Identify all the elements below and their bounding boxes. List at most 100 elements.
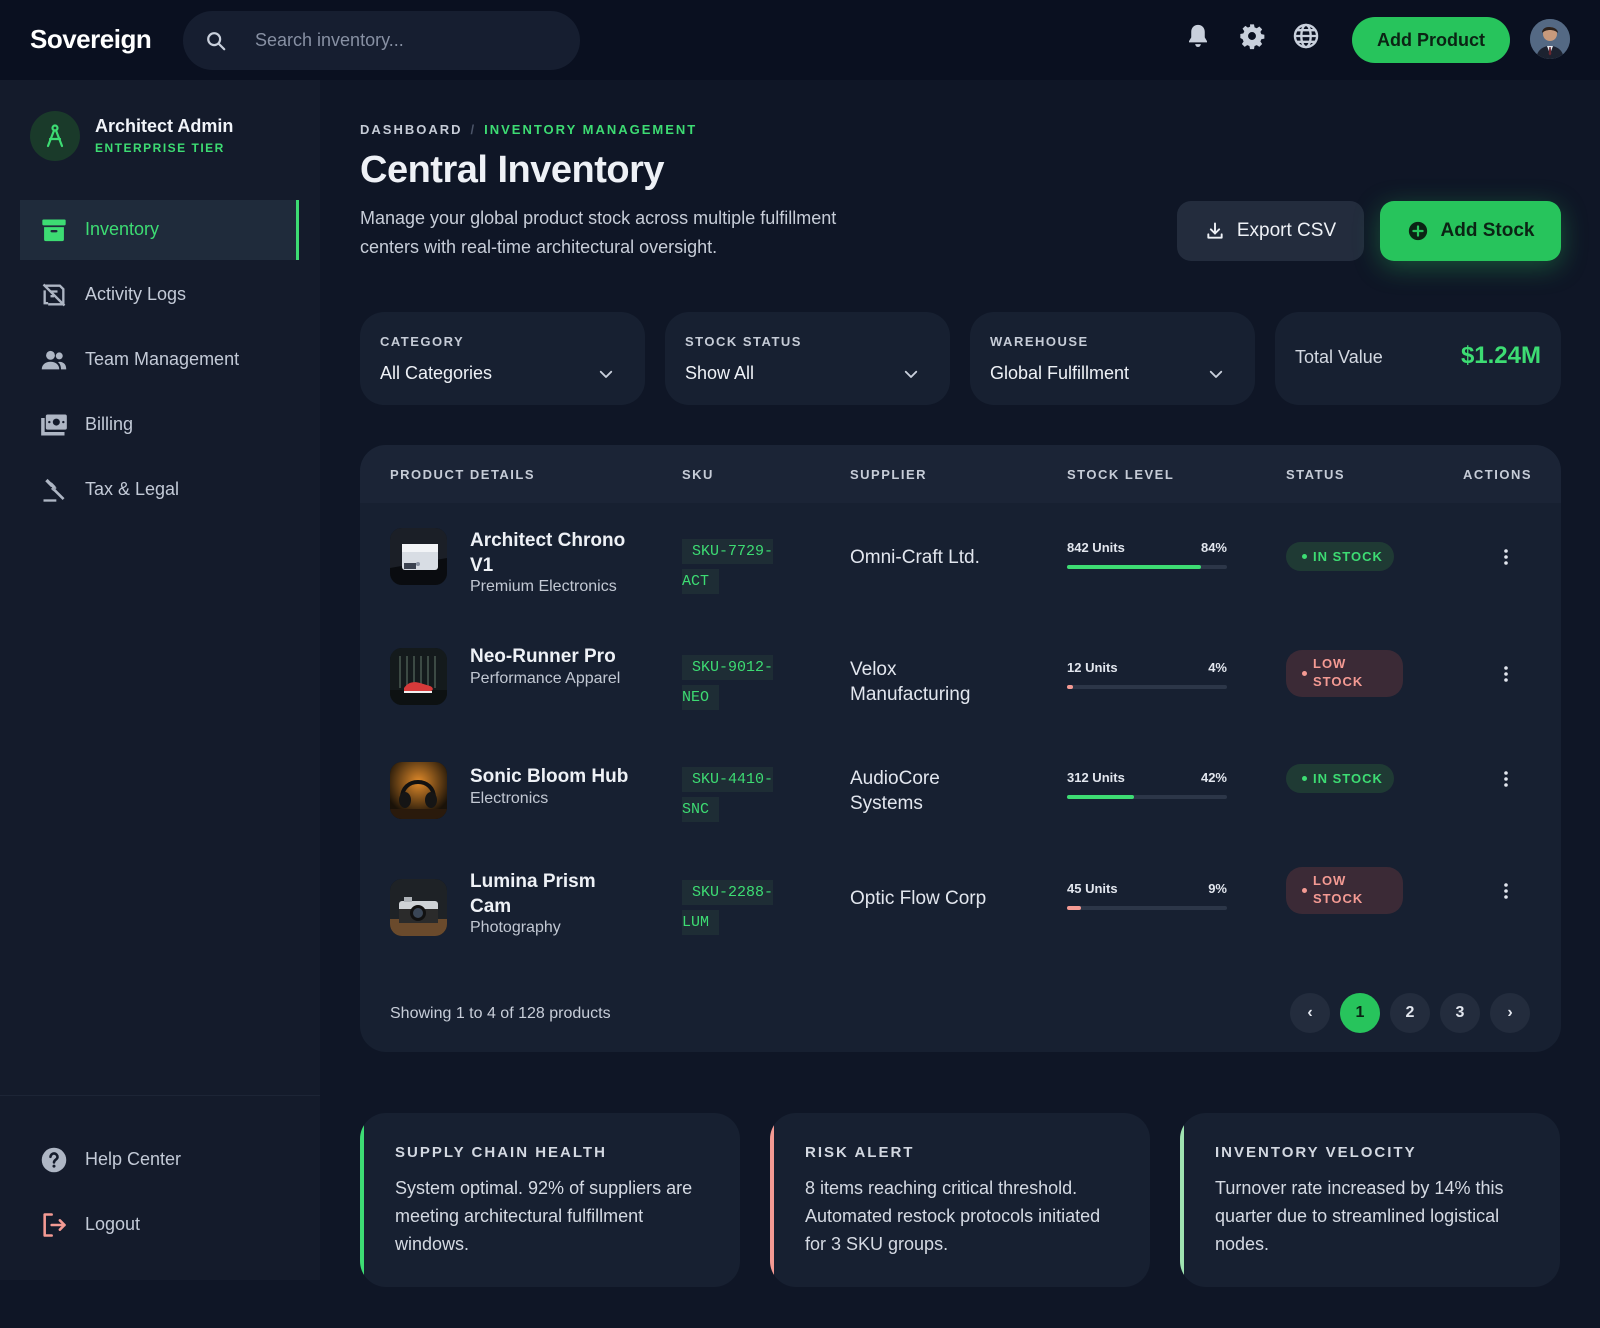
status-dot [1302, 888, 1307, 893]
status-text: LOW STOCK [1313, 873, 1364, 906]
status-dot [1302, 776, 1307, 781]
stock-status-filter[interactable]: STOCK STATUS Show All [665, 312, 950, 405]
breadcrumb-current: INVENTORY MANAGEMENT [484, 122, 698, 137]
sku-code: SKU-2288-LUM [682, 878, 774, 938]
column-header-status[interactable]: STATUS [1286, 467, 1345, 482]
sidebar-item-billing[interactable]: Billing [20, 395, 299, 455]
filter-label: CATEGORY [380, 334, 465, 349]
sku-code: SKU-4410-SNC [682, 765, 774, 825]
filter-label: WAREHOUSE [990, 334, 1089, 349]
pagination-summary: Showing 1 to 4 of 128 products [390, 1005, 611, 1022]
product-thumbnail [390, 648, 447, 705]
warehouse-filter[interactable]: WAREHOUSE Global Fulfillment [970, 312, 1255, 405]
sidebar-item-label: Inventory [85, 219, 160, 239]
status-badge: LOW STOCK [1286, 867, 1403, 914]
column-header-stock-level[interactable]: STOCK LEVEL [1067, 467, 1174, 482]
logout-icon [43, 1213, 66, 1237]
page-description: Manage your global product stock across … [360, 208, 837, 257]
stock-units: 45 Units [1067, 881, 1118, 896]
product-name[interactable]: Lumina Prism Cam [470, 869, 640, 919]
sku-code: SKU-7729-ACT [682, 537, 774, 597]
total-value-card: Total Value $1.24M [1275, 312, 1561, 405]
stock-bar-fill [1067, 565, 1202, 569]
filter-label: STOCK STATUS [685, 334, 802, 349]
product-image-watch [390, 528, 447, 585]
globe-icon[interactable] [1292, 22, 1320, 50]
add-product-button[interactable]: Add Product [1352, 17, 1510, 63]
card-accent [360, 1113, 364, 1287]
product-category: Performance Apparel [470, 670, 621, 687]
sidebar-item-team-management[interactable]: Team Management [20, 330, 299, 390]
category-filter[interactable]: CATEGORY All Categories [360, 312, 645, 405]
card-accent [1180, 1113, 1184, 1287]
filter-value: All Categories [380, 363, 493, 383]
status-dot [1302, 554, 1307, 559]
top-bar: Sovereign Add Product [0, 0, 1600, 80]
more-vertical-icon[interactable] [1501, 664, 1511, 684]
table-header: PRODUCT DETAILS SKU SUPPLIER STOCK LEVEL… [360, 445, 1561, 503]
profile-tier: ENTERPRISE TIER [95, 141, 225, 155]
gear-icon[interactable] [1238, 22, 1266, 50]
profile-badge [30, 111, 80, 161]
gavel-icon [43, 478, 65, 502]
column-header-actions: ACTIONS [1463, 467, 1532, 482]
product-thumbnail [390, 528, 447, 585]
bell-icon[interactable] [1184, 22, 1212, 50]
stock-percent: 42% [1200, 770, 1227, 785]
more-vertical-icon[interactable] [1501, 769, 1511, 789]
page-title: Central Inventory [360, 149, 665, 191]
column-header-product[interactable]: PRODUCT DETAILS [390, 467, 535, 482]
search-input[interactable] [255, 11, 555, 70]
more-vertical-icon[interactable] [1501, 547, 1511, 567]
stock-bar-fill [1067, 795, 1135, 799]
sidebar-item-tax-legal[interactable]: Tax & Legal [20, 460, 299, 520]
product-name[interactable]: Sonic Bloom Hub [470, 764, 640, 789]
chevron-down-icon [1209, 370, 1223, 378]
avatar[interactable] [1530, 19, 1570, 59]
sidebar: Architect Admin ENTERPRISE TIER Inventor… [0, 80, 320, 1280]
add-stock-button[interactable]: Add Stock [1380, 201, 1561, 261]
total-value-amount: $1.24M [1460, 342, 1541, 369]
plus-circle-icon [1408, 221, 1427, 241]
supplier-name: Optic Flow Corp [850, 888, 987, 909]
stock-bar-fill [1067, 906, 1082, 910]
search-bar[interactable] [183, 11, 580, 70]
card-text: System optimal. 92% of suppliers are mee… [395, 1178, 693, 1254]
sku-text: SKU-4410-SNC [682, 767, 774, 822]
pagination-page-2[interactable]: 2 [1390, 993, 1430, 1033]
breadcrumb: DASHBOARD / INVENTORY MANAGEMENT [360, 122, 697, 137]
more-vertical-icon[interactable] [1501, 881, 1511, 901]
column-header-supplier[interactable]: SUPPLIER [850, 467, 927, 482]
stock-units: 312 Units [1067, 770, 1125, 785]
pagination-page-3[interactable]: 3 [1440, 993, 1480, 1033]
product-category: Photography [470, 919, 561, 936]
export-csv-button[interactable]: Export CSV [1177, 201, 1364, 261]
product-name[interactable]: Neo-Runner Pro [470, 644, 640, 669]
sidebar-item-help-center[interactable]: Help Center [20, 1130, 299, 1190]
status-dot [1302, 671, 1307, 676]
pagination-next-button[interactable]: › [1490, 993, 1530, 1033]
team-icon [41, 350, 67, 370]
inventory-velocity-card: INVENTORY VELOCITY Turnover rate increas… [1180, 1113, 1560, 1287]
filter-value: Show All [685, 363, 755, 383]
sidebar-item-label: Billing [85, 414, 134, 434]
sidebar-item-logout[interactable]: Logout [20, 1195, 299, 1255]
stock-percent: 84% [1200, 540, 1227, 555]
supplier-name: AudioCore Systems [850, 768, 940, 814]
breadcrumb-dashboard[interactable]: DASHBOARD [360, 122, 463, 137]
column-header-sku[interactable]: SKU [682, 467, 714, 482]
product-thumbnail [390, 762, 447, 819]
sidebar-item-activity-logs[interactable]: Activity Logs [20, 265, 299, 325]
pagination-page-1[interactable]: 1 [1340, 993, 1380, 1033]
brand-logo[interactable]: Sovereign [30, 24, 152, 55]
sidebar-item-inventory[interactable]: Inventory [20, 200, 299, 260]
search-icon [207, 32, 226, 51]
supply-chain-health-card: SUPPLY CHAIN HEALTH System optimal. 92% … [360, 1113, 740, 1287]
card-text: Turnover rate increased by 14% this quar… [1215, 1178, 1504, 1254]
risk-alert-card: RISK ALERT 8 items reaching critical thr… [770, 1113, 1150, 1287]
card-accent [770, 1113, 774, 1287]
sku-text: SKU-9012-NEO [682, 655, 774, 710]
status-badge: IN STOCK [1286, 542, 1394, 571]
pagination-prev-button[interactable]: ‹ [1290, 993, 1330, 1033]
product-name[interactable]: Architect Chrono V1 [470, 528, 640, 578]
